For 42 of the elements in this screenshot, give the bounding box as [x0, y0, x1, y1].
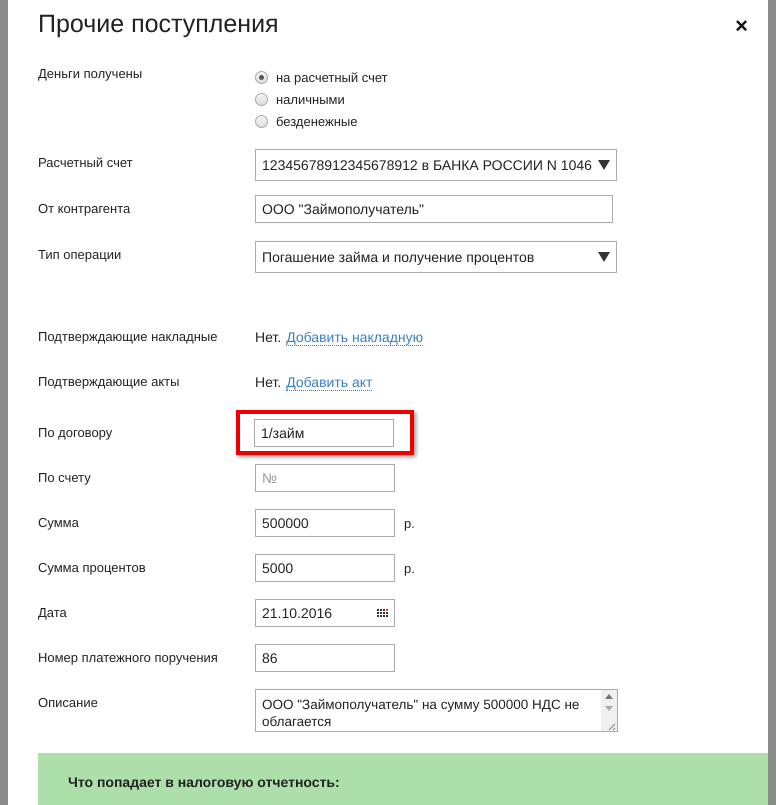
input-field[interactable]: 5000 — [255, 554, 395, 582]
field-label: Номер платежного поручения — [38, 649, 219, 665]
radio-button[interactable] — [255, 115, 268, 128]
radio-button[interactable] — [255, 93, 268, 106]
section-title: Что попадает в налоговую отчетность: — [68, 774, 340, 790]
input-field[interactable]: № — [255, 464, 395, 492]
add-link[interactable]: Добавить накладную — [286, 329, 424, 346]
date-field[interactable]: 21.10.2016 — [255, 599, 395, 627]
field-label: Подтверждающие накладные — [38, 329, 219, 344]
field-label: Деньги получены — [38, 66, 144, 81]
add-link[interactable]: Добавить акт — [286, 374, 372, 391]
scrollbar[interactable] — [601, 690, 617, 731]
radio-label[interactable]: безденежные — [276, 114, 358, 129]
calendar-icon — [377, 609, 388, 617]
unit-label: р. — [404, 516, 415, 530]
unit-label: р. — [404, 560, 415, 576]
input-field[interactable]: ООО "Займополучатель" — [255, 195, 613, 223]
radio-button[interactable] — [255, 71, 268, 84]
dropdown[interactable]: 12345678912345678912 в БАНКА РОССИИ N 1046 — [255, 149, 617, 181]
field-label: По счету — [38, 469, 92, 485]
dropdown[interactable]: Погашение займа и получение процентов — [255, 241, 617, 273]
description-field[interactable]: ООО "Займополучатель" на сумму 500000 НДС не облагается — [255, 689, 618, 732]
caret-icon — [598, 160, 610, 170]
status-text: Нет. — [255, 329, 282, 346]
input-field[interactable]: 86 — [255, 644, 395, 672]
close-button[interactable]: × — [731, 15, 752, 37]
caret-icon — [598, 252, 610, 262]
radio-label[interactable]: на расчетный счет — [276, 70, 388, 85]
field-label: От контрагента — [38, 200, 132, 216]
input-field[interactable]: 500000 — [255, 509, 395, 537]
field-label: По договору — [38, 424, 114, 440]
field-label: Тип операции — [38, 246, 122, 262]
field-label: Описание — [38, 694, 99, 710]
dialog-title: Прочие поступления — [38, 10, 279, 39]
field-label: Дата — [38, 604, 68, 620]
field-label: Сумма процентов — [38, 559, 147, 575]
field-label: Расчетный счет — [38, 154, 134, 170]
status-text: Нет. — [255, 374, 282, 391]
input-field[interactable]: 1/займ — [254, 419, 394, 447]
field-label: Сумма — [38, 514, 80, 530]
radio-label[interactable]: наличными — [276, 92, 345, 107]
field-label: Подтверждающие акты — [38, 374, 180, 389]
